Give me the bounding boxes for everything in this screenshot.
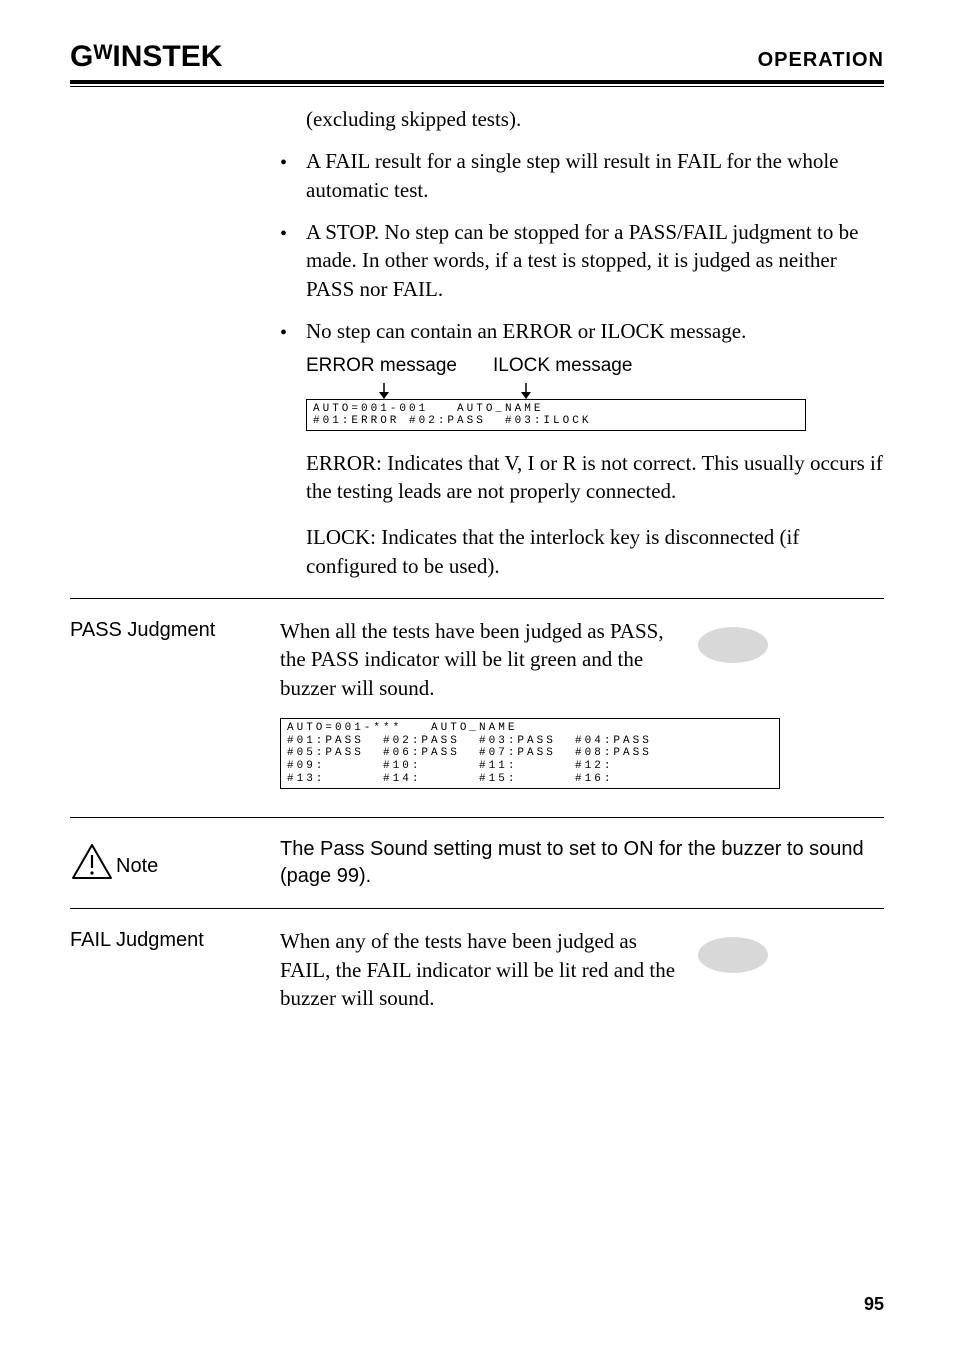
page-number: 95 (864, 1294, 884, 1315)
lcd-pass-results: AUTO=001-*** AUTO_NAME #01:PASS #02:PASS… (280, 718, 780, 789)
lcd-error-ilock: AUTO=001-001 AUTO_NAME #01:ERROR #02:PAS… (306, 399, 806, 431)
header-rule-thin (70, 86, 884, 87)
ilock-description: ILOCK: Indicates that the interlock key … (306, 523, 884, 580)
warning-icon (70, 842, 114, 882)
pass-judgment-label: PASS Judgment (70, 617, 280, 642)
section-title: OPERATION (758, 49, 884, 72)
header-rule-thick (70, 80, 884, 84)
fail-judgment-label: FAIL Judgment (70, 927, 280, 952)
bullet-dot: • (280, 317, 306, 347)
sidebar-empty (70, 105, 280, 107)
bullet-error-ilock: No step can contain an ERROR or ILOCK me… (306, 317, 884, 347)
bullet-fail: A FAIL result for a single step will res… (306, 147, 884, 204)
pass-judgment-text: When all the tests have been judged as P… (280, 617, 680, 702)
pass-indicator-icon (698, 627, 768, 663)
intro-continuation: (excluding skipped tests). (306, 105, 884, 133)
divider (70, 908, 884, 909)
bullet-dot: • (280, 147, 306, 204)
bullet-stop: A STOP. No step can be stopped for a PAS… (306, 218, 884, 303)
bullet-dot: • (280, 218, 306, 303)
divider (70, 817, 884, 818)
fail-judgment-text: When any of the tests have been judged a… (280, 927, 680, 1012)
divider (70, 598, 884, 599)
fail-indicator-icon (698, 937, 768, 973)
arrow-down-icon (378, 383, 390, 399)
brand-logo: GᵂINSTEK (70, 40, 222, 74)
ilock-message-label: ILOCK message (493, 353, 632, 379)
error-description: ERROR: Indicates that V, I or R is not c… (306, 449, 884, 506)
arrow-down-icon (520, 383, 532, 399)
note-label: Note (116, 855, 158, 882)
note-text: The Pass Sound setting must to set to ON… (280, 836, 884, 890)
sidebar-empty (70, 718, 280, 720)
error-message-label: ERROR message (306, 353, 457, 379)
